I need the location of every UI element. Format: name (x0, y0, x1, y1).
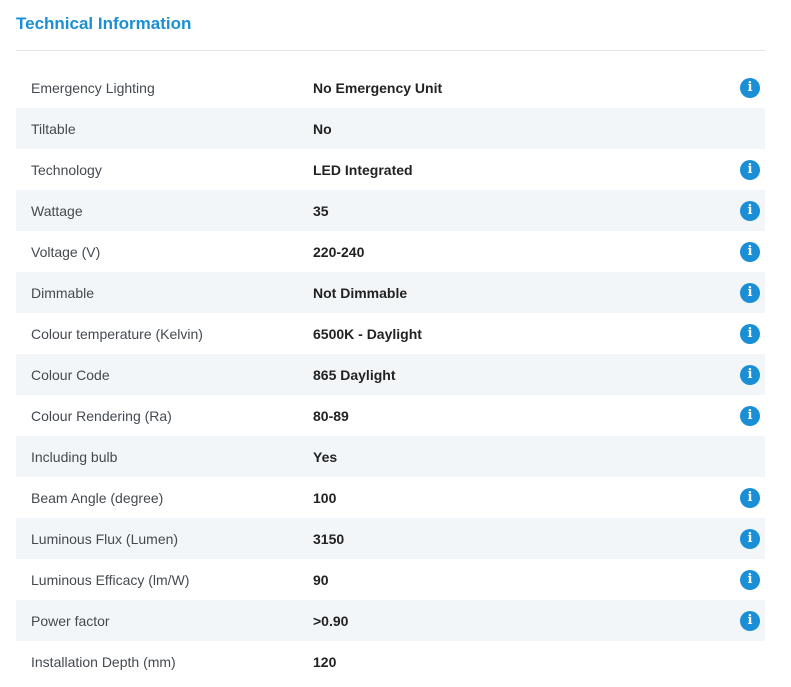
spec-row-dimmable: Dimmable Not Dimmable i (16, 272, 765, 313)
spec-value: 80-89 (313, 407, 349, 424)
info-icon[interactable]: i (740, 323, 760, 344)
spec-value: 220-240 (313, 243, 365, 260)
info-icon[interactable]: i (740, 610, 760, 631)
spec-row-colour-temperature: Colour temperature (Kelvin) 6500K - Dayl… (16, 313, 765, 354)
spec-row-technology: Technology LED Integrated i (16, 149, 765, 190)
info-icon[interactable]: i (740, 364, 760, 385)
spec-label: Luminous Efficacy (lm/W) (31, 571, 190, 588)
spec-row-beam-angle: Beam Angle (degree) 100 i (16, 477, 765, 518)
spec-row-including-bulb: Including bulb Yes i (16, 436, 765, 477)
spec-label: Colour Code (31, 366, 110, 383)
spec-value: 100 (313, 489, 337, 506)
section-title: Technical Information (16, 14, 192, 33)
spec-label: Dimmable (31, 284, 95, 301)
spec-label: Technology (31, 161, 102, 178)
spec-row-voltage: Voltage (V) 220-240 i (16, 231, 765, 272)
spec-value: 90 (313, 571, 329, 588)
spec-value: Not Dimmable (313, 284, 408, 301)
info-icon[interactable]: i (740, 405, 760, 426)
spec-label: Tiltable (31, 120, 76, 137)
spec-label: Voltage (V) (31, 243, 101, 260)
info-icon[interactable]: i (740, 282, 760, 303)
spec-row-emergency-lighting: Emergency Lighting No Emergency Unit i (16, 67, 765, 108)
spec-value: 120 (313, 653, 337, 670)
spec-value: 865 Daylight (313, 366, 396, 383)
spec-label: Installation Depth (mm) (31, 653, 176, 670)
info-icon[interactable]: i (740, 528, 760, 549)
spec-label: Including bulb (31, 448, 118, 465)
spec-value: 6500K - Daylight (313, 325, 422, 342)
spec-label: Colour Rendering (Ra) (31, 407, 172, 424)
spec-row-wattage: Wattage 35 i (16, 190, 765, 231)
spec-table: Emergency Lighting No Emergency Unit i T… (16, 67, 765, 682)
spec-row-luminous-flux: Luminous Flux (Lumen) 3150 i (16, 518, 765, 559)
spec-value: LED Integrated (313, 161, 413, 178)
spec-row-power-factor: Power factor >0.90 i (16, 600, 765, 641)
spec-value: No (313, 120, 332, 137)
spec-label: Emergency Lighting (31, 79, 155, 96)
info-icon[interactable]: i (740, 487, 760, 508)
info-icon[interactable]: i (740, 569, 760, 590)
info-icon[interactable]: i (740, 77, 760, 98)
spec-row-colour-rendering: Colour Rendering (Ra) 80-89 i (16, 395, 765, 436)
spec-label: Luminous Flux (Lumen) (31, 530, 179, 547)
spec-row-tiltable: Tiltable No i (16, 108, 765, 149)
spec-label: Colour temperature (Kelvin) (31, 325, 203, 342)
title-divider (16, 50, 765, 51)
info-icon[interactable]: i (740, 200, 760, 221)
spec-label: Beam Angle (degree) (31, 489, 164, 506)
spec-value: >0.90 (313, 612, 349, 629)
info-icon[interactable]: i (740, 159, 760, 180)
spec-row-colour-code: Colour Code 865 Daylight i (16, 354, 765, 395)
spec-value: Yes (313, 448, 338, 465)
spec-value: No Emergency Unit (313, 79, 443, 96)
spec-value: 3150 (313, 530, 345, 547)
spec-label: Power factor (31, 612, 110, 629)
spec-label: Wattage (31, 202, 83, 219)
info-icon[interactable]: i (740, 241, 760, 262)
spec-row-installation-depth: Installation Depth (mm) 120 i (16, 641, 765, 682)
spec-value: 35 (313, 202, 329, 219)
spec-row-luminous-efficacy: Luminous Efficacy (lm/W) 90 i (16, 559, 765, 600)
